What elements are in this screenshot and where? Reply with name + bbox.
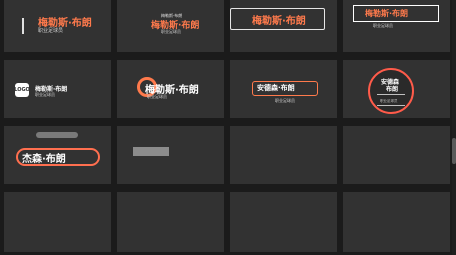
label-tab [36, 132, 78, 138]
tile-title-line2: 布朗 [386, 86, 399, 93]
placeholder-bar [133, 147, 169, 156]
tile-subtitle: 职业足球员 [147, 94, 167, 99]
template-tile-4[interactable]: 梅勒斯·布朗 职业足球员 [343, 0, 450, 52]
tile-subtitle: 职业足球员 [38, 28, 64, 34]
scroll-thumb[interactable] [452, 138, 456, 164]
logo-badge: LOGO [14, 83, 30, 97]
template-tile-16[interactable] [343, 192, 450, 252]
template-tile-2[interactable]: 梅勒斯·布朗 梅勒斯·布朗 职业足球员 [117, 0, 224, 52]
template-tile-6[interactable]: 梅勒斯·布朗 职业足球员 [117, 60, 224, 118]
tile-subtitle: 职业足球员 [161, 29, 181, 34]
vertical-scrollbar[interactable] [452, 0, 456, 255]
template-tile-12[interactable] [343, 126, 450, 184]
tile-subtitle: 职业足球员 [35, 92, 55, 97]
accent-bar [22, 18, 24, 34]
template-tile-7[interactable]: 安德森·布朗 职业足球员 [230, 60, 337, 118]
template-tile-13[interactable] [4, 192, 111, 252]
template-tile-3[interactable]: 梅勒斯·布朗 [230, 0, 337, 52]
tile-title: 梅勒斯·布朗 [365, 9, 409, 18]
template-tile-9[interactable]: 杰森·布朗 [4, 126, 111, 184]
template-tile-5[interactable]: LOGO 梅勒斯·布朗 职业足球员 [4, 60, 111, 118]
divider [377, 94, 405, 95]
tile-title: 安德森·布朗 [257, 84, 295, 92]
template-tile-14[interactable] [117, 192, 224, 252]
template-tile-15[interactable] [230, 192, 337, 252]
tile-title: 梅勒斯·布朗 [252, 16, 306, 27]
tile-subtitle: 职业足球员 [380, 99, 398, 103]
title-template-grid: 梅勒斯·布朗 职业足球员 梅勒斯·布朗 梅勒斯·布朗 职业足球员 梅勒斯·布朗 … [4, 0, 450, 255]
template-tile-10[interactable] [117, 126, 224, 184]
tile-subtitle: 职业足球员 [373, 23, 393, 28]
tile-subtitle: 职业足球员 [275, 98, 295, 103]
template-tile-8[interactable]: 安德森 布朗 职业足球员 [343, 60, 450, 118]
divider [377, 105, 405, 106]
template-tile-1[interactable]: 梅勒斯·布朗 职业足球员 [4, 0, 111, 52]
tile-title: 杰森·布朗 [22, 154, 66, 165]
template-tile-11[interactable] [230, 126, 337, 184]
